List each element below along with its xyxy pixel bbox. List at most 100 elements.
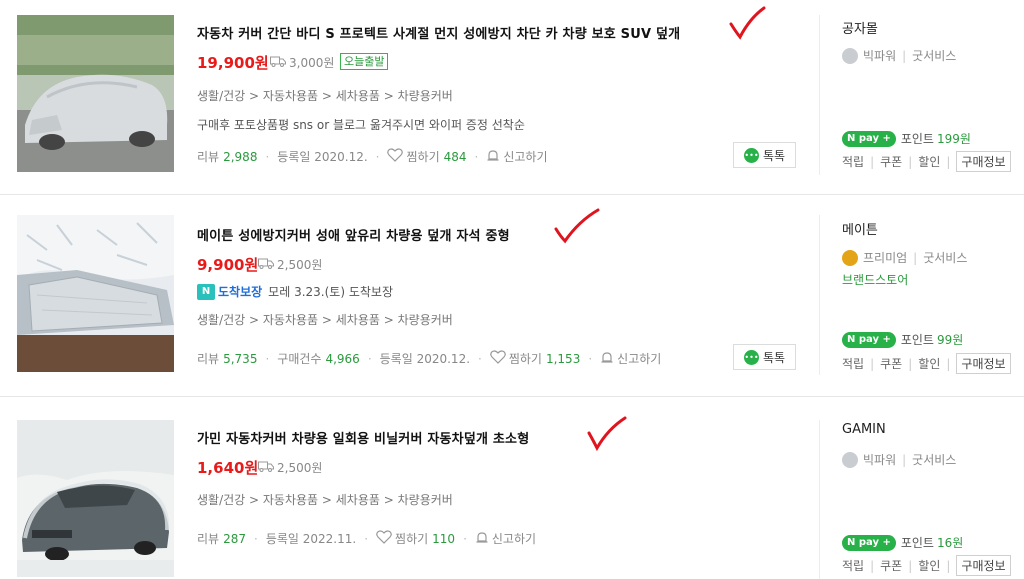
point-value: 16원 xyxy=(936,536,964,550)
purchase-count: 4,966 xyxy=(325,351,360,366)
medal-icon xyxy=(842,249,858,266)
wish-label[interactable]: 찜하기 xyxy=(509,350,542,367)
seller-grade: 프리미엄 | 굿서비스 xyxy=(842,249,967,266)
checkmark-annotation xyxy=(554,208,600,244)
npay-badge: N pay + xyxy=(842,534,896,551)
report-button[interactable]: 신고하기 xyxy=(503,148,547,165)
divider xyxy=(819,215,820,375)
link-coupon[interactable]: 쿠폰 xyxy=(880,153,902,170)
item-separator xyxy=(0,396,1024,397)
npay-badge: N pay + xyxy=(842,130,896,147)
wish-label[interactable]: 찜하기 xyxy=(406,148,439,165)
truck-icon xyxy=(258,258,274,272)
product-image[interactable] xyxy=(17,215,174,372)
product-meta: 리뷰 287 · 등록일 2022.11. · 찜하기 110 · 신고하기 xyxy=(197,530,537,547)
category-path[interactable]: 생활/건강 > 자동차용품 > 세차용품 > 차량용커버 xyxy=(197,491,453,508)
product-meta: 리뷰 5,735 · 구매건수 4,966 · 등록일 2020.12. · 찜… xyxy=(197,350,662,367)
link-accrual[interactable]: 적립 xyxy=(842,557,864,574)
report-button[interactable]: 신고하기 xyxy=(617,350,661,367)
heart-icon[interactable] xyxy=(387,148,404,165)
talktalk-label: 톡톡 xyxy=(762,350,786,365)
point-value: 199원 xyxy=(936,132,971,146)
purchase-info-button[interactable]: 구매정보 xyxy=(956,353,1011,374)
talktalk-button[interactable]: ••• 톡톡 xyxy=(733,344,796,370)
grade-label: 빅파워 xyxy=(863,453,897,467)
service-label: 굿서비스 xyxy=(912,49,957,63)
product-description: 구매후 포토상품평 sns or 블로그 옮겨주시면 와이퍼 증정 선착순 xyxy=(197,118,525,132)
service-label: 굿서비스 xyxy=(912,453,957,467)
siren-icon[interactable] xyxy=(486,148,500,165)
product-title[interactable]: 메이튼 성에방지커버 성애 앞유리 차량용 덮개 자석 중형 xyxy=(197,225,510,244)
shipping-fee: 3,000원 xyxy=(270,54,334,71)
report-button[interactable]: 신고하기 xyxy=(492,530,536,547)
wish-count: 1,153 xyxy=(545,351,581,366)
link-coupon[interactable]: 쿠폰 xyxy=(880,355,902,372)
point-label: 포인트 xyxy=(900,132,934,146)
siren-icon[interactable] xyxy=(475,530,489,547)
point-label: 포인트 xyxy=(900,536,934,550)
review-label[interactable]: 리뷰 xyxy=(197,530,219,547)
shipping-fee-text: 3,000원 xyxy=(289,56,335,70)
product-title[interactable]: 가민 자동차커버 차량용 일회용 비닐커버 자동차덮개 초소형 xyxy=(197,428,529,447)
link-coupon[interactable]: 쿠폰 xyxy=(880,557,902,574)
npay-badge: N pay + xyxy=(842,331,896,348)
seller-grade: 빅파워 | 굿서비스 xyxy=(842,451,956,468)
registration-date: 등록일 2020.12. xyxy=(379,352,471,366)
purchase-info-button[interactable]: 구매정보 xyxy=(956,555,1011,576)
benefit-links: 적립 | 쿠폰 | 할인 | 구매정보 xyxy=(842,555,1011,576)
seller-grade: 빅파워 | 굿서비스 xyxy=(842,47,956,64)
divider xyxy=(819,420,820,579)
link-discount[interactable]: 할인 xyxy=(918,557,940,574)
registration-date: 등록일 2022.11. xyxy=(265,532,357,546)
npay-points: N pay + 포인트 99원 xyxy=(842,331,963,348)
point-label: 포인트 xyxy=(900,333,934,347)
brand-store-label[interactable]: 브랜드스토어 xyxy=(842,271,908,288)
shipping-fee: 2,500원 xyxy=(258,256,322,273)
talktalk-label: 톡톡 xyxy=(762,148,786,163)
heart-icon[interactable] xyxy=(376,530,392,547)
link-accrual[interactable]: 적립 xyxy=(842,153,864,170)
talktalk-button[interactable]: ••• 톡톡 xyxy=(733,142,796,168)
grade-label: 프리미엄 xyxy=(863,251,908,265)
delivery-badge-icon: N xyxy=(197,283,215,300)
chat-icon: ••• xyxy=(743,147,759,163)
shipping-fee-text: 2,500원 xyxy=(277,258,323,272)
point-value: 99원 xyxy=(936,333,964,347)
delivery-text: 모레 3.23.(토) 도착보장 xyxy=(268,285,393,299)
seller-name[interactable]: GAMIN xyxy=(842,422,886,437)
product-price: 1,640원 xyxy=(197,459,259,477)
review-count[interactable]: 287 xyxy=(223,532,246,546)
today-shipping-badge: 오늘출발 xyxy=(340,53,389,70)
product-image[interactable] xyxy=(17,420,174,577)
seller-name[interactable]: 공자몰 xyxy=(842,18,878,37)
checkmark-annotation xyxy=(729,6,766,40)
purchase-info-button[interactable]: 구매정보 xyxy=(956,151,1011,172)
heart-icon[interactable] xyxy=(489,350,506,367)
grade-label: 빅파워 xyxy=(863,49,897,63)
siren-icon[interactable] xyxy=(600,350,614,367)
category-path[interactable]: 생활/건강 > 자동차용품 > 세차용품 > 차량용커버 xyxy=(197,87,453,104)
seller-name[interactable]: 메이튼 xyxy=(842,219,878,238)
medal-icon xyxy=(842,47,858,64)
service-label: 굿서비스 xyxy=(923,251,968,265)
checkmark-annotation xyxy=(587,416,627,451)
review-label[interactable]: 리뷰 xyxy=(197,350,219,367)
registration-date: 등록일 2020.12. xyxy=(277,150,368,164)
wish-count: 484 xyxy=(443,149,467,164)
wish-label[interactable]: 찜하기 xyxy=(395,530,428,547)
link-discount[interactable]: 할인 xyxy=(918,153,940,170)
review-count[interactable]: 5,735 xyxy=(223,352,257,366)
product-image[interactable] xyxy=(17,15,174,172)
shipping-fee: 2,500원 xyxy=(258,459,322,476)
truck-icon xyxy=(270,56,286,70)
link-accrual[interactable]: 적립 xyxy=(842,355,864,372)
product-price: 9,900원 xyxy=(197,256,259,274)
product-title[interactable]: 자동차 커버 간단 바디 S 프로텍트 사계절 먼지 성에방지 차단 카 차량 … xyxy=(197,23,680,42)
medal-icon xyxy=(842,451,858,468)
link-discount[interactable]: 할인 xyxy=(918,355,940,372)
category-path[interactable]: 생활/건강 > 자동차용품 > 세차용품 > 차량용커버 xyxy=(197,311,453,328)
item-separator xyxy=(0,194,1024,195)
truck-icon xyxy=(258,461,274,475)
review-label[interactable]: 리뷰 xyxy=(197,148,219,165)
review-count[interactable]: 2,988 xyxy=(223,150,257,164)
